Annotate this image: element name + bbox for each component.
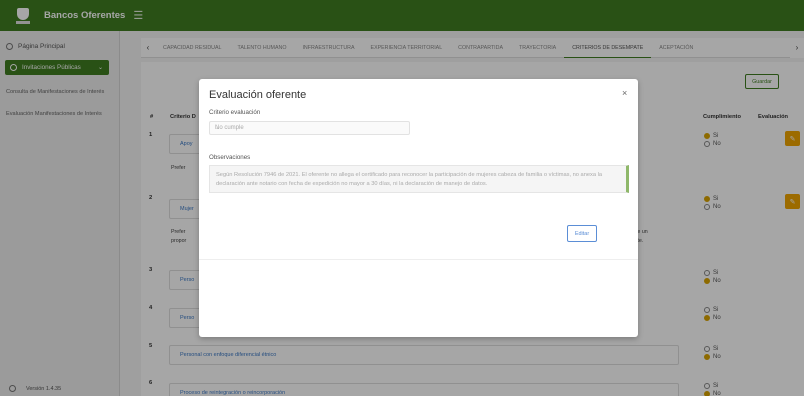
criterion-select[interactable]: No cumple ⌄ bbox=[209, 121, 410, 135]
criterion-select-label: Criterio evaluación bbox=[209, 109, 261, 116]
chevron-down-icon: ⌄ bbox=[215, 125, 220, 131]
observations-text: Según Resolución 7946 de 2021. El oferen… bbox=[216, 172, 603, 187]
close-icon[interactable]: × bbox=[622, 88, 627, 98]
observations-label: Observaciones bbox=[209, 154, 251, 161]
evaluation-modal: Evaluación oferente × Criterio evaluació… bbox=[199, 79, 638, 337]
edit-button[interactable]: Editar bbox=[567, 225, 597, 242]
modal-title: Evaluación oferente bbox=[209, 89, 307, 101]
observations-textarea[interactable]: Según Resolución 7946 de 2021. El oferen… bbox=[209, 165, 629, 193]
modal-divider bbox=[199, 259, 638, 260]
